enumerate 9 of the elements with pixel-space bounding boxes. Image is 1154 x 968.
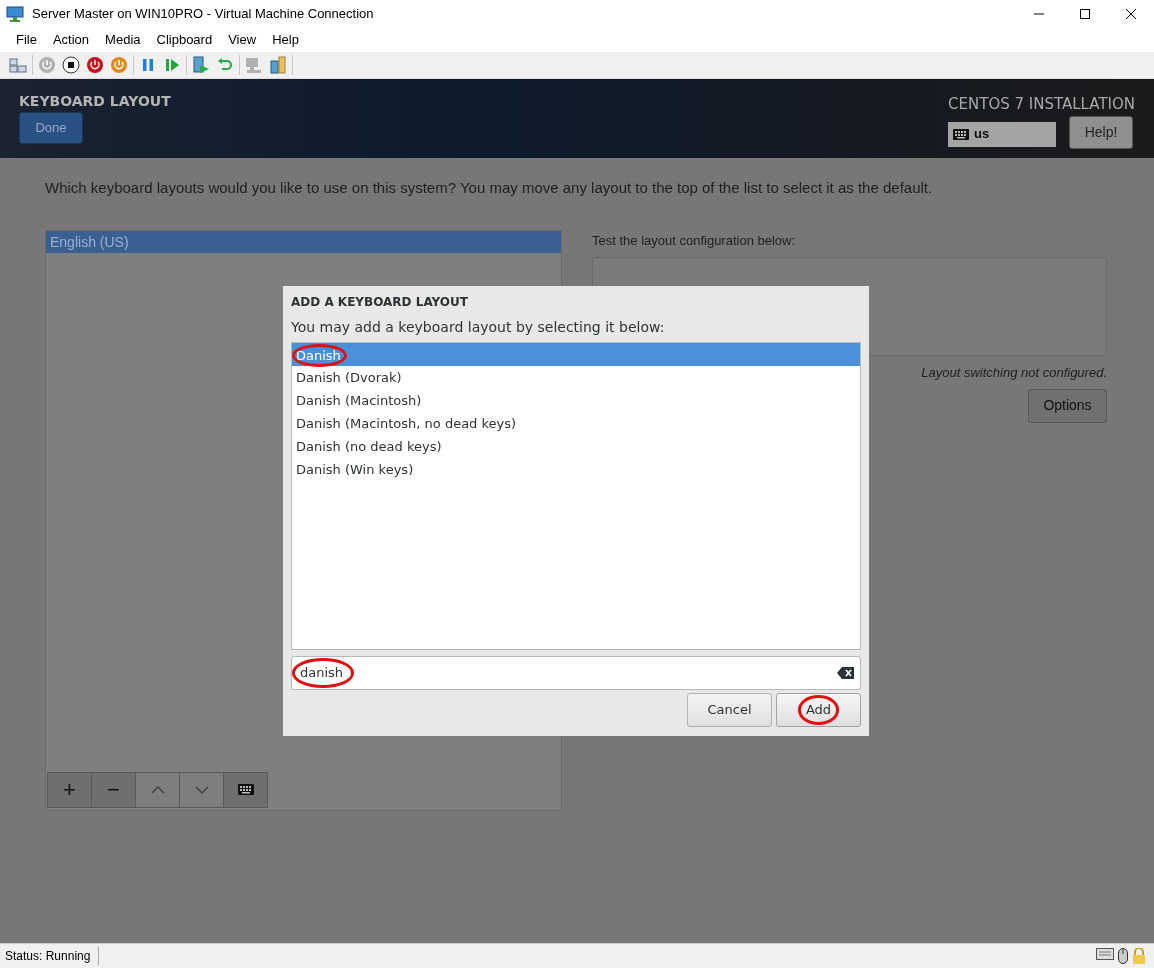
switching-note: Layout switching not configured. xyxy=(920,364,1107,382)
prompt-text: Which keyboard layouts would you like to use on this system? You may move any layout to the top of the list to select it as the default. xyxy=(45,178,934,198)
dialog-subtitle: You may add a keyboard layout by selecting it below: xyxy=(291,319,666,336)
spoke-title: KEYBOARD LAYOUT xyxy=(19,93,171,109)
test-label: Test the layout configuration below: xyxy=(592,231,797,250)
product-title: CENTOS 7 INSTALLATION xyxy=(948,94,1135,115)
status-text: Status: Running xyxy=(5,947,100,965)
dialog-title: ADD A KEYBOARD LAYOUT xyxy=(291,294,469,310)
window-title: Server Master on WIN10PRO - Virtual Machine Connection xyxy=(32,5,375,24)
